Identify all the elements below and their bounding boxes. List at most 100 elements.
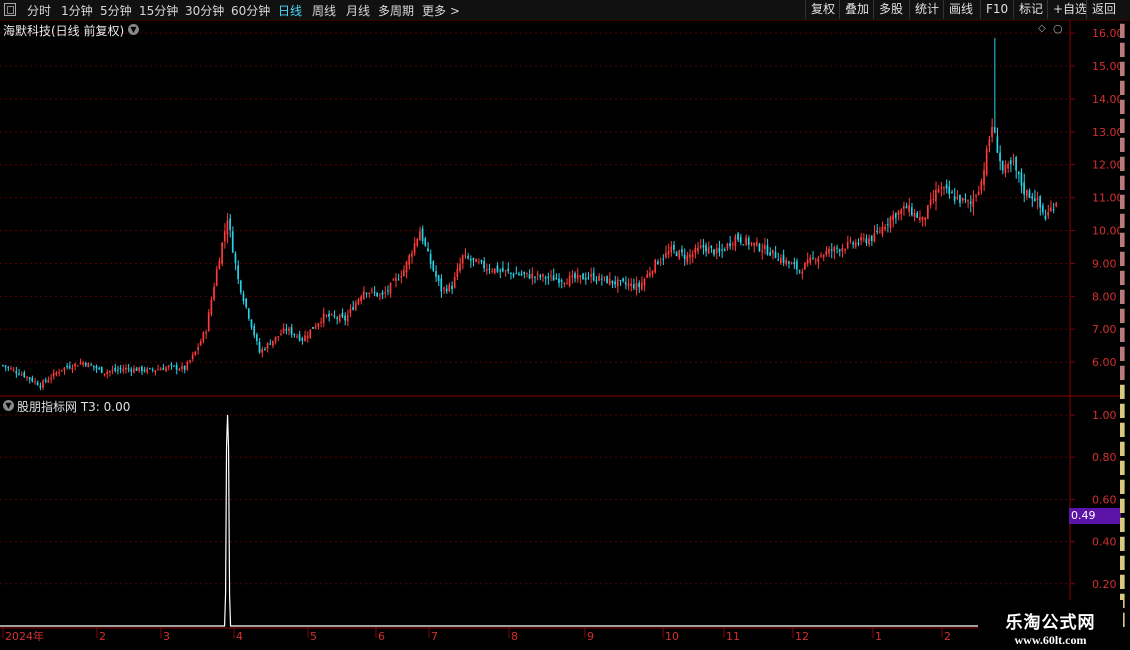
tab-period-0[interactable]: 分时 — [27, 2, 51, 19]
candle-body — [512, 274, 515, 276]
candle-body — [739, 237, 742, 243]
candle-body — [956, 197, 959, 199]
candle-body — [440, 278, 443, 292]
toolbar-button-8[interactable]: 返回 — [1086, 0, 1121, 19]
price-tick-label: 15.00 — [1092, 60, 1120, 73]
candle-body — [247, 308, 250, 319]
candle-body — [266, 343, 269, 349]
candle-body — [918, 217, 921, 221]
tab-period-1[interactable]: 1分钟 — [61, 2, 93, 19]
candle-body — [894, 213, 897, 219]
candle-body — [207, 312, 210, 332]
indicator-tick-label: 1.00 — [1092, 409, 1117, 422]
tab-period-5[interactable]: 60分钟 — [231, 2, 270, 19]
chevron-down-icon[interactable]: ▼ — [128, 24, 139, 35]
toolbar-button-3[interactable]: 统计 — [909, 0, 944, 19]
candlestick-chart[interactable]: 16.0015.0014.0013.0012.0011.0010.009.008… — [0, 20, 1120, 650]
candle-body — [996, 136, 999, 153]
chevron-down-icon[interactable]: ▼ — [3, 400, 14, 411]
time-axis-label: 8 — [511, 630, 518, 643]
indicator-tick-label: 0.20 — [1092, 578, 1117, 591]
candle-body — [1033, 198, 1036, 202]
tab-period-9[interactable]: 多周期 — [378, 2, 414, 19]
circle-icon[interactable]: ○ — [1053, 22, 1063, 35]
candle-body — [384, 292, 386, 294]
stock-title: 海默科技(日线 前复权) — [3, 24, 125, 38]
toolbar-button-2[interactable]: 多股 — [873, 0, 908, 19]
toolbar-button-5[interactable]: F10 — [980, 0, 1013, 19]
toolbar-button-1[interactable]: 叠加 — [839, 0, 874, 19]
toolbar-button-4[interactable]: 画线 — [943, 0, 978, 19]
strip-glyph: ▌ — [1120, 404, 1130, 418]
strip-glyph: ▌ — [1120, 385, 1130, 399]
candle-body — [437, 275, 440, 281]
candle-body — [181, 366, 183, 369]
candle-body — [403, 270, 405, 277]
candle-body — [306, 335, 309, 338]
candle-body — [977, 191, 980, 196]
candle-body — [296, 336, 298, 338]
price-tick-label: 13.00 — [1092, 126, 1120, 139]
candle-body — [480, 260, 483, 262]
candle-body — [675, 252, 678, 256]
candle-body — [39, 385, 42, 388]
candle-body — [141, 366, 143, 372]
candle-body — [52, 372, 55, 377]
candle-body — [509, 272, 512, 274]
tab-period-3[interactable]: 15分钟 — [139, 2, 178, 19]
window-icon[interactable] — [4, 3, 16, 16]
candle-body — [616, 279, 619, 287]
candle-body — [1023, 182, 1025, 195]
candle-body — [945, 184, 948, 189]
candle-body — [74, 363, 76, 367]
candle-body — [23, 372, 26, 377]
candle-body — [111, 369, 114, 372]
candle-body — [263, 349, 266, 351]
candle-body — [905, 206, 908, 209]
candle-body — [135, 368, 138, 371]
candle-body — [157, 369, 159, 371]
candle-body — [651, 271, 654, 274]
candle-body — [162, 367, 165, 370]
candle-body — [92, 365, 95, 368]
candle-body — [656, 261, 659, 265]
candle-body — [897, 211, 900, 216]
candle-body — [1004, 164, 1007, 173]
tab-period-10[interactable]: 更多 > — [422, 2, 460, 19]
tab-period-2[interactable]: 5分钟 — [100, 2, 132, 19]
toolbar-button-0[interactable]: 复权 — [805, 0, 840, 19]
tab-period-8[interactable]: 月线 — [346, 2, 370, 19]
candle-body — [705, 245, 707, 252]
candle-body — [755, 241, 758, 246]
candle-body — [927, 205, 929, 219]
time-axis-label: 2 — [944, 630, 951, 643]
candle-body — [467, 256, 469, 259]
tab-period-6[interactable]: 日线 — [278, 2, 302, 19]
candle-body — [865, 238, 868, 243]
candle-body — [386, 290, 389, 292]
candle-body — [721, 249, 723, 251]
candle-body — [119, 367, 122, 370]
candle-body — [697, 247, 699, 252]
candle-body — [787, 261, 790, 264]
candle-body — [400, 276, 403, 278]
candle-body — [991, 126, 993, 138]
candle-body — [424, 238, 427, 246]
tab-period-4[interactable]: 30分钟 — [185, 2, 224, 19]
tab-period-7[interactable]: 周线 — [312, 2, 336, 19]
price-tick-label: 9.00 — [1092, 257, 1117, 270]
diamond-icon[interactable]: ◇ — [1038, 23, 1046, 34]
strip-glyph: ▌ — [1120, 480, 1130, 494]
candle-body — [443, 287, 445, 289]
candle-body — [7, 367, 10, 369]
strip-glyph: ▌ — [1120, 347, 1130, 361]
candle-body — [360, 296, 362, 302]
candle-body — [213, 286, 215, 300]
candle-body — [790, 263, 793, 265]
candle-body — [603, 276, 606, 279]
candle-body — [916, 213, 918, 219]
time-axis-label: 6 — [378, 630, 385, 643]
toolbar-button-6[interactable]: 标记 — [1013, 0, 1048, 19]
watermark: 乐淘公式网 www.60lt.com — [978, 600, 1123, 650]
candle-body — [1036, 198, 1039, 201]
